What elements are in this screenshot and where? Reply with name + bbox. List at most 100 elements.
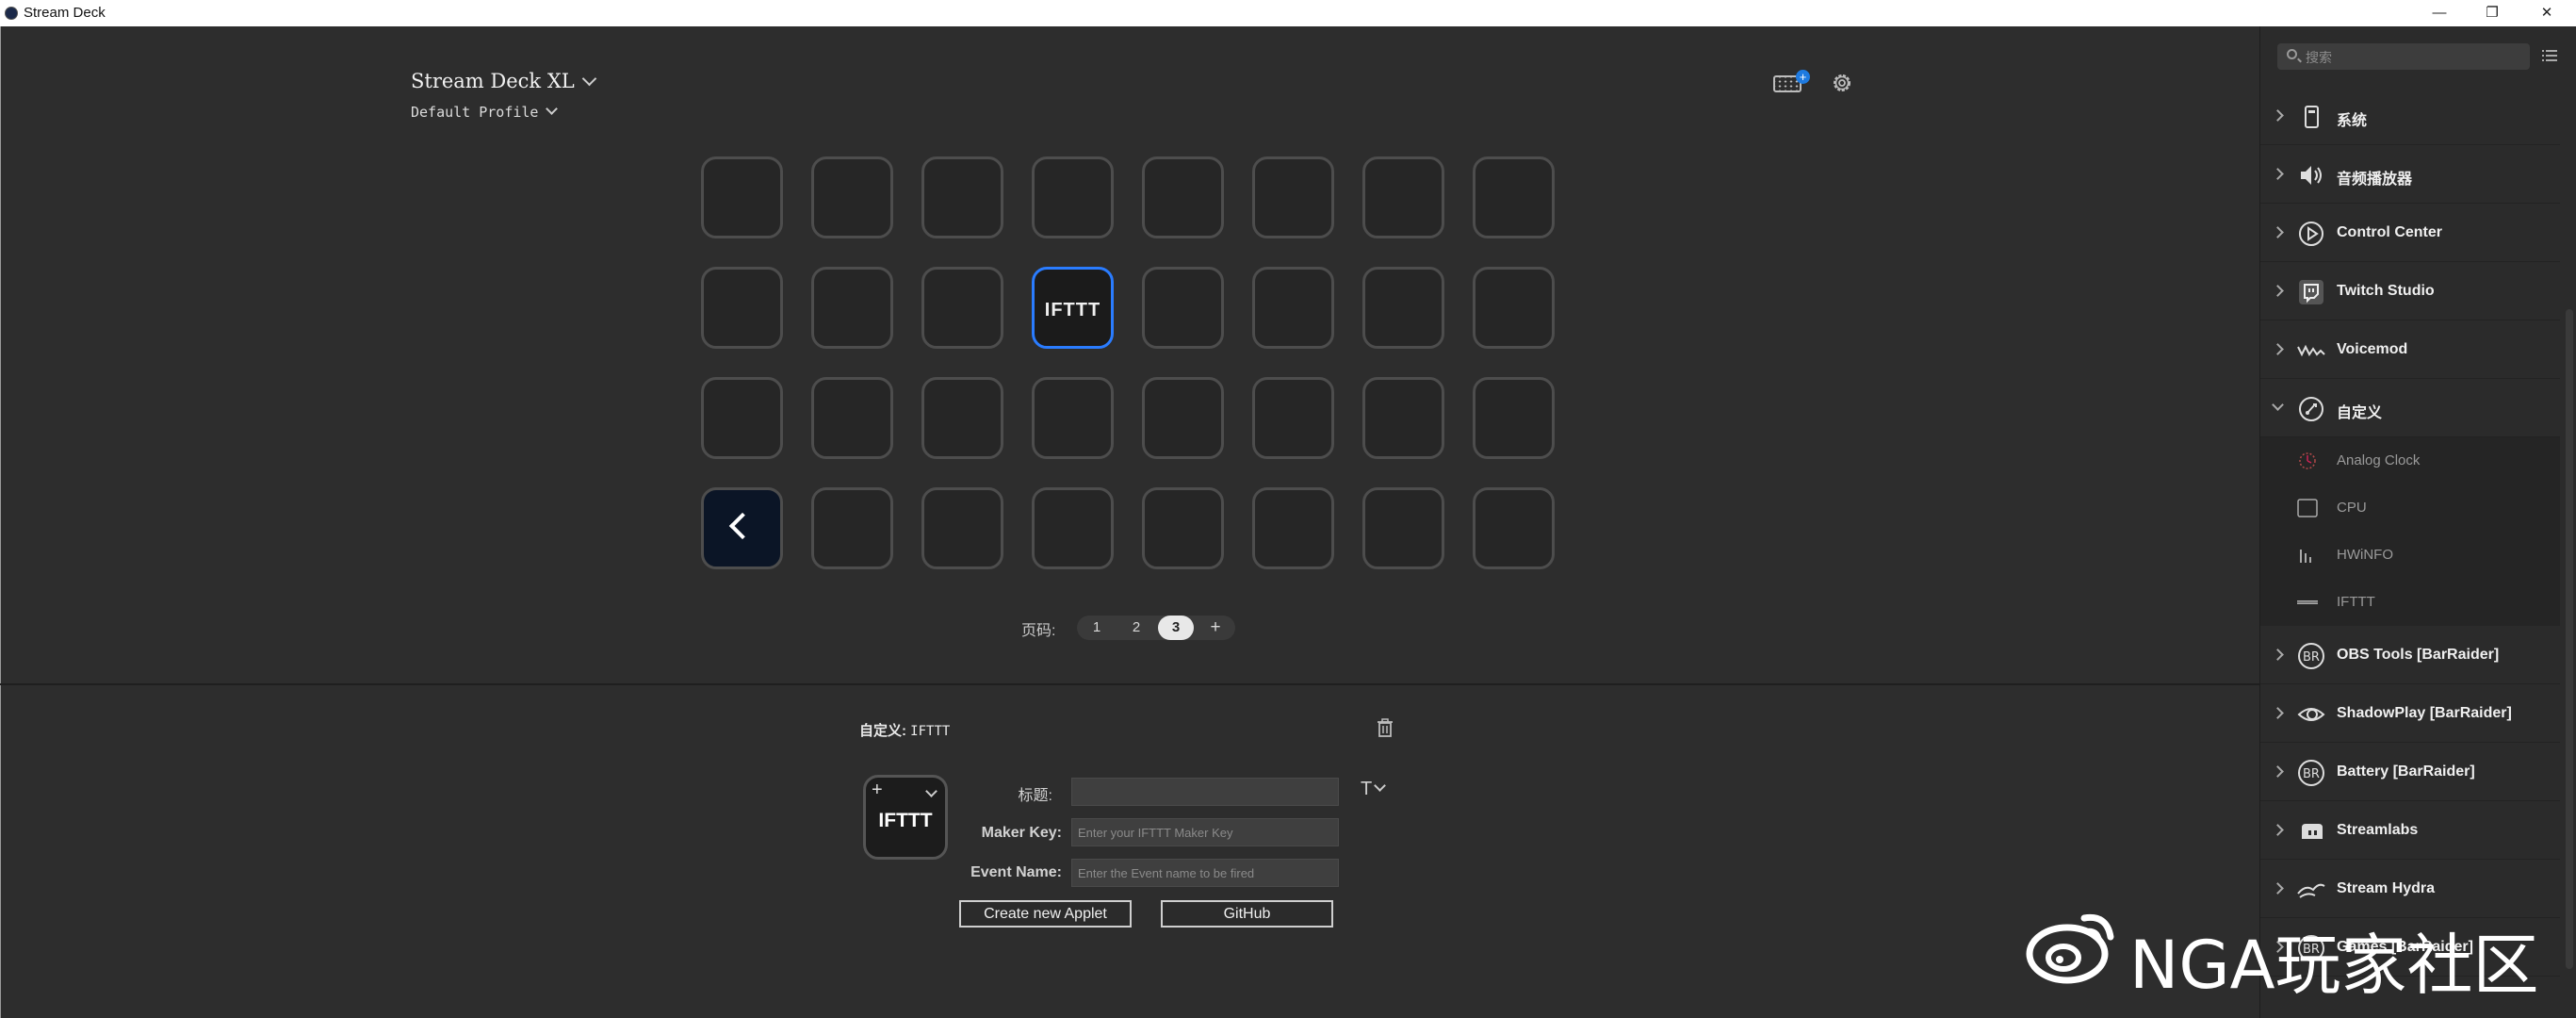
category-custom[interactable]: 自定义 [2260, 379, 2560, 437]
action-analog-clock[interactable]: Analog Clock [2260, 437, 2560, 484]
key-slot[interactable] [811, 377, 893, 459]
close-button[interactable]: ✕ [2525, 2, 2568, 25]
chevron-right-icon [2272, 343, 2284, 355]
key-slot[interactable] [811, 156, 893, 238]
category-label: Stream Hydra [2337, 880, 2436, 896]
key-slot[interactable] [921, 267, 1003, 349]
pager: 1 2 3 + [1077, 616, 1235, 640]
list-view-icon[interactable] [2541, 47, 2558, 64]
profile-select[interactable]: Default Profile [411, 103, 559, 121]
chevron-right-icon [2272, 168, 2284, 180]
category-label: 自定义 [2337, 405, 2383, 421]
key-slot[interactable] [1252, 377, 1334, 459]
page-1[interactable]: 1 [1083, 616, 1111, 640]
key-slot[interactable] [1473, 377, 1555, 459]
category-label: Control Center [2337, 224, 2442, 240]
ifttt-icon [2297, 600, 2318, 604]
minimize-button[interactable]: — [2418, 2, 2461, 25]
key-slot[interactable] [1252, 487, 1334, 569]
key-slot[interactable] [921, 156, 1003, 238]
title-label: 标题: [1018, 788, 1052, 804]
twitch-icon [2299, 280, 2323, 304]
add-page-button[interactable]: + [1201, 616, 1230, 640]
chevron-right-icon [2272, 765, 2284, 778]
category-shadowplay[interactable]: ShadowPlay [BarRaider] [2260, 684, 2560, 743]
key-slot[interactable] [1362, 487, 1444, 569]
key-back[interactable] [701, 487, 783, 569]
divider [0, 683, 2259, 685]
category-stream-hydra[interactable]: Stream Hydra [2260, 860, 2560, 918]
chevron-right-icon [2272, 824, 2284, 836]
key-slot[interactable] [1362, 377, 1444, 459]
device-select[interactable]: Stream Deck XL [411, 70, 597, 92]
category-twitch-studio[interactable]: Twitch Studio [2260, 262, 2560, 320]
action-ifttt[interactable]: IFTTT [2260, 579, 2560, 626]
category-audio-player[interactable]: 音频播放器 [2260, 145, 2560, 204]
maker-key-input[interactable] [1071, 818, 1339, 846]
key-slot[interactable] [1032, 487, 1114, 569]
category-obs-tools[interactable]: BR OBS Tools [BarRaider] [2260, 626, 2560, 684]
action-label: CPU [2337, 500, 2367, 516]
key-slot[interactable] [1362, 156, 1444, 238]
custom-icon [2299, 397, 2323, 421]
speaker-icon [2301, 166, 2322, 185]
key-slot[interactable] [1252, 267, 1334, 349]
key-slot[interactable] [811, 267, 893, 349]
chevron-right-icon [2272, 285, 2284, 297]
window-title: Stream Deck [24, 5, 106, 21]
key-slot[interactable] [701, 377, 783, 459]
category-voicemod[interactable]: Voicemod [2260, 320, 2560, 379]
category-label: OBS Tools [BarRaider] [2337, 647, 2500, 663]
key-slot[interactable] [1142, 487, 1224, 569]
search-box[interactable] [2277, 43, 2530, 70]
preview-add-image[interactable]: + [872, 780, 883, 801]
key-slot[interactable] [921, 487, 1003, 569]
key-slot[interactable] [1142, 267, 1224, 349]
key-label: IFTTT [1044, 300, 1101, 320]
search-input[interactable] [2304, 46, 2524, 69]
page-2[interactable]: 2 [1122, 616, 1150, 640]
github-button[interactable]: GitHub [1161, 900, 1333, 928]
key-slot[interactable] [1473, 267, 1555, 349]
create-applet-button[interactable]: Create new Applet [959, 900, 1132, 928]
key-slot[interactable] [1032, 377, 1114, 459]
category-streamlabs[interactable]: Streamlabs [2260, 801, 2560, 860]
key-slot[interactable] [1252, 156, 1334, 238]
key-slot[interactable] [1473, 487, 1555, 569]
sidebar-scrollbar[interactable] [2566, 309, 2573, 969]
action-cpu[interactable]: CPU [2260, 484, 2560, 532]
key-slot[interactable] [701, 156, 783, 238]
category-label: Voicemod [2337, 341, 2408, 357]
barraider-icon: BR [2298, 760, 2324, 786]
bars-icon [2300, 550, 2311, 563]
category-label: ShadowPlay [BarRaider] [2337, 705, 2512, 721]
keyboard-button[interactable]: + [1773, 70, 1810, 96]
key-slot[interactable] [1142, 156, 1224, 238]
settings-button[interactable] [1830, 71, 1854, 95]
key-slot[interactable] [1032, 156, 1114, 238]
category-system[interactable]: 系统 [2260, 87, 2560, 145]
event-name-input[interactable] [1071, 859, 1339, 887]
key-slot[interactable] [1473, 156, 1555, 238]
page-3[interactable]: 3 [1158, 616, 1194, 640]
device-name: Stream Deck XL [411, 70, 575, 92]
category-battery[interactable]: BR Battery [BarRaider] [2260, 743, 2560, 801]
category-label: Streamlabs [2337, 822, 2419, 838]
key-slot[interactable] [811, 487, 893, 569]
category-control-center[interactable]: Control Center [2260, 204, 2560, 262]
inspector-title-value: IFTTT [910, 724, 951, 739]
title-style-button[interactable]: T [1361, 779, 1387, 800]
restore-button[interactable]: ❐ [2470, 2, 2514, 25]
key-ifttt-selected[interactable]: IFTTT [1032, 267, 1114, 349]
category-label: Twitch Studio [2337, 283, 2435, 299]
key-slot[interactable] [1142, 377, 1224, 459]
key-slot[interactable] [1362, 267, 1444, 349]
chevron-down-icon [2272, 399, 2284, 411]
title-input[interactable] [1071, 778, 1339, 806]
key-slot[interactable] [701, 267, 783, 349]
action-hwinfo[interactable]: HWiNFO [2260, 532, 2560, 579]
chevron-down-icon [546, 103, 559, 115]
actions-sidebar: 系统 音频播放器 Control Center Twitch Studio Vo… [2259, 26, 2576, 1018]
key-slot[interactable] [921, 377, 1003, 459]
delete-button[interactable] [1376, 717, 1394, 738]
